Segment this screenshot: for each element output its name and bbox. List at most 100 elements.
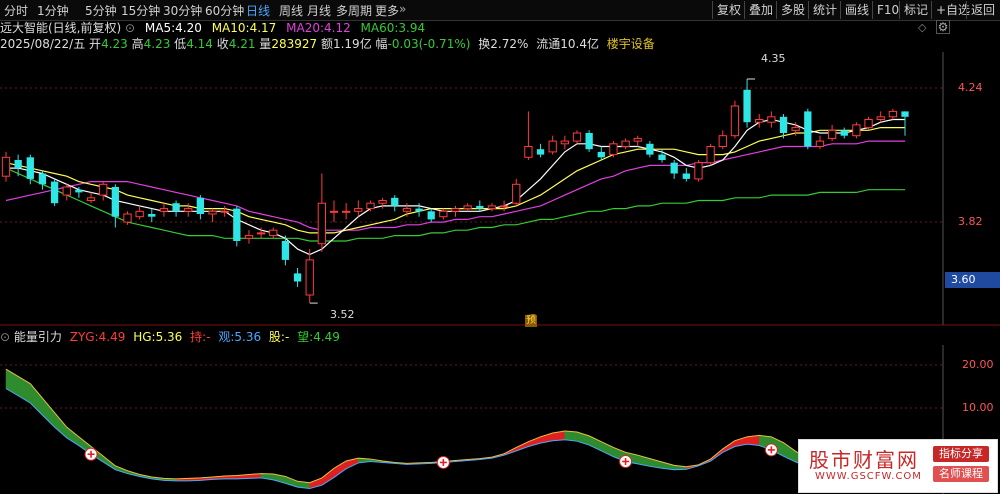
indicator-band-segment xyxy=(771,436,784,457)
settings-icon[interactable]: ⊙ xyxy=(125,21,135,35)
statistics-button[interactable]: 统计 xyxy=(808,1,841,19)
indicator-band-segment xyxy=(66,426,80,446)
tab-5min[interactable]: 5分钟 xyxy=(85,2,117,19)
candle-body xyxy=(767,116,776,123)
indicator-band-segment xyxy=(30,382,43,416)
candle xyxy=(123,211,132,225)
back-button[interactable]: 返回 xyxy=(966,1,999,19)
candle xyxy=(694,160,703,182)
candle xyxy=(293,268,302,287)
tab-15min[interactable]: 15分钟 xyxy=(121,2,160,19)
volume-value: 283927 xyxy=(271,37,318,51)
ma10-value: 4.17 xyxy=(249,21,277,35)
candle xyxy=(281,235,290,266)
candle xyxy=(329,200,339,223)
indicator-band-segment xyxy=(163,478,177,482)
candle xyxy=(208,208,217,223)
forecast-badge[interactable]: 预 xyxy=(525,315,537,327)
low-label: 低 xyxy=(174,37,187,51)
more-arrow-icon[interactable]: » xyxy=(399,2,406,16)
ma10-label: MA10: xyxy=(211,21,250,35)
indicator-band-segment xyxy=(17,375,31,404)
indicator-band-segment xyxy=(564,430,578,442)
candle-body xyxy=(172,203,180,212)
candle xyxy=(391,195,399,212)
tab-30min[interactable]: 30分钟 xyxy=(163,2,202,19)
candle-body xyxy=(342,210,351,213)
candle-body xyxy=(402,208,412,212)
candle-body xyxy=(804,111,812,147)
indicator-band-segment xyxy=(42,397,55,428)
indicator-band-segment xyxy=(333,460,347,478)
candle xyxy=(269,227,278,239)
overlay-button[interactable]: 叠加 xyxy=(744,1,777,19)
guan-value: 5.36 xyxy=(234,330,262,344)
indicator-band-segment xyxy=(601,441,614,458)
candle xyxy=(38,170,47,190)
pane-settings-icon[interactable]: ⚙ xyxy=(936,20,950,34)
candle-body xyxy=(560,140,569,145)
mark-button[interactable]: 标记 xyxy=(899,1,932,19)
candle-body xyxy=(888,110,897,118)
candle xyxy=(718,130,727,150)
indicator-band xyxy=(5,368,906,490)
quote-date: 2025/08/22/五 xyxy=(0,37,86,51)
indicator-band-segment xyxy=(260,473,274,481)
close-value: 4.21 xyxy=(228,37,256,51)
candle-body xyxy=(123,213,132,223)
collapse-icon[interactable]: ⊙ xyxy=(0,330,10,344)
candle-body xyxy=(62,186,71,196)
tab-multi-period[interactable]: 多周期 xyxy=(336,2,372,19)
indicator-band-segment xyxy=(200,476,213,481)
adjust-button[interactable]: 复权 xyxy=(712,1,745,19)
candle-body xyxy=(791,127,800,131)
indicator-band-segment xyxy=(540,432,553,444)
candle xyxy=(646,141,654,158)
candle xyxy=(658,149,666,163)
tab-monthly[interactable]: 月线 xyxy=(307,2,331,19)
ma60-value: 3.94 xyxy=(398,21,426,35)
tab-1min[interactable]: 1分钟 xyxy=(37,2,69,19)
candle xyxy=(864,116,873,131)
candle-body xyxy=(366,202,375,210)
indicator-band-segment xyxy=(710,448,724,462)
draw-line-button[interactable]: 画线 xyxy=(840,1,873,19)
candle xyxy=(439,208,448,220)
indicator-band-segment xyxy=(151,476,165,481)
multi-stock-button[interactable]: 多股 xyxy=(776,1,809,19)
candle-body xyxy=(609,143,618,156)
candle xyxy=(670,160,678,179)
kline-chart[interactable] xyxy=(0,0,1000,494)
tab-intraday[interactable]: 分时 xyxy=(4,2,28,19)
candle-body xyxy=(743,89,751,123)
indicator-band-segment xyxy=(443,460,456,463)
tab-daily[interactable]: 日线 xyxy=(246,2,270,19)
indicator-band-segment xyxy=(78,436,92,455)
candle xyxy=(536,143,545,158)
indicator-band-segment xyxy=(673,465,687,470)
indicator-band-segment xyxy=(102,455,116,471)
candle xyxy=(1,151,11,182)
ma60-line xyxy=(5,167,905,242)
sector-tag[interactable]: 楼宇设备 xyxy=(607,37,655,51)
chi-label: 持: xyxy=(190,330,207,344)
candle-body xyxy=(244,235,254,239)
tab-more[interactable]: 更多 xyxy=(375,2,399,19)
indicator-band-segment xyxy=(588,435,602,452)
tab-60min[interactable]: 60分钟 xyxy=(205,2,244,19)
diamond-icon[interactable]: ◇ xyxy=(918,21,926,34)
candle xyxy=(706,143,715,166)
tab-weekly[interactable]: 周线 xyxy=(279,2,303,19)
indicator-band-segment xyxy=(212,475,225,480)
indicator-header: ⊙ 能量引力 ZYG:4.49 HG:5.36 持:- 观:5.36 股:- 望… xyxy=(0,329,340,345)
high-price-mark: 4.35 xyxy=(761,52,786,65)
candle-body xyxy=(329,210,339,213)
close-label: 收 xyxy=(216,37,229,51)
candle xyxy=(463,203,472,212)
indicator-name[interactable]: 能量引力 xyxy=(14,330,62,344)
float-label: 流通 xyxy=(536,37,561,51)
ma20-line xyxy=(5,140,905,231)
candle-body xyxy=(682,173,690,179)
ma60-label: MA60: xyxy=(360,21,399,35)
indicator-band-segment xyxy=(528,436,541,447)
